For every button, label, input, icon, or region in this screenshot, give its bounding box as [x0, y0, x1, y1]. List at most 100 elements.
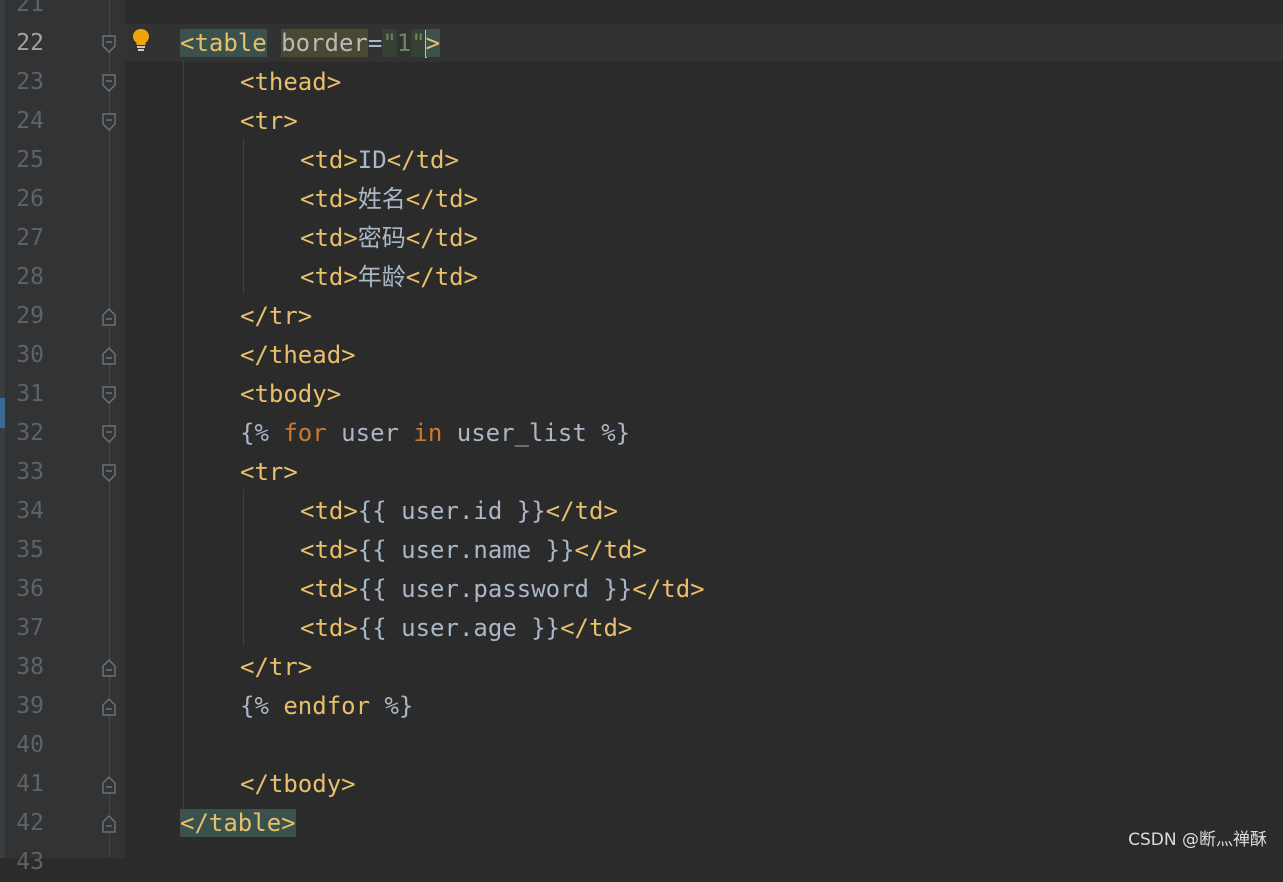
code-line[interactable]: 33 <tr> — [0, 453, 1283, 492]
line-number[interactable]: 33 — [0, 453, 44, 492]
code-token: 姓名 — [357, 185, 406, 213]
code-token: 1 — [396, 29, 412, 57]
code-token: </td> — [405, 263, 479, 291]
code-token: = — [367, 29, 383, 57]
code-line[interactable]: 28 <td>年龄</td> — [0, 258, 1283, 297]
code-token: <tr> — [240, 458, 298, 486]
code-token: {% — [240, 692, 284, 720]
line-number[interactable]: 32 — [0, 414, 44, 453]
line-number[interactable]: 30 — [0, 336, 44, 375]
code-line[interactable]: 42 </table> — [0, 804, 1283, 843]
code-text[interactable]: </thead> — [240, 336, 356, 375]
code-line[interactable]: 23 <thead> — [0, 63, 1283, 102]
code-text[interactable]: <td>年龄</td> — [300, 258, 478, 297]
code-text[interactable]: <thead> — [240, 63, 341, 102]
code-text[interactable]: <td>密码</td> — [300, 219, 478, 258]
fold-open-icon[interactable] — [101, 34, 117, 54]
code-token: " — [382, 29, 397, 57]
code-text[interactable]: <td>姓名</td> — [300, 180, 478, 219]
code-token: <td> — [300, 575, 358, 603]
code-line[interactable]: 29 </tr> — [0, 297, 1283, 336]
line-number[interactable]: 38 — [0, 648, 44, 687]
line-number[interactable]: 26 — [0, 180, 44, 219]
code-text[interactable]: <table border="1"> — [180, 24, 441, 63]
line-number[interactable]: 21 — [0, 0, 44, 24]
line-number[interactable]: 36 — [0, 570, 44, 609]
fold-close-icon[interactable] — [101, 307, 117, 327]
line-number[interactable]: 42 — [0, 804, 44, 843]
code-token: </td> — [405, 185, 479, 213]
fold-open-icon[interactable] — [101, 73, 117, 93]
code-line[interactable]: 27 <td>密码</td> — [0, 219, 1283, 258]
code-token: user — [326, 419, 414, 447]
code-token: </table> — [180, 809, 296, 837]
line-number[interactable]: 22 — [0, 24, 44, 63]
code-text[interactable]: <tbody> — [240, 375, 341, 414]
fold-open-icon[interactable] — [101, 463, 117, 483]
code-line[interactable]: 41 </tbody> — [0, 765, 1283, 804]
fold-open-icon[interactable] — [101, 385, 117, 405]
line-number[interactable]: 43 — [0, 843, 44, 882]
code-token: </thead> — [240, 341, 356, 369]
code-token: <tr> — [240, 107, 298, 135]
code-token: <td> — [300, 146, 358, 174]
line-number[interactable]: 34 — [0, 492, 44, 531]
line-number[interactable]: 23 — [0, 63, 44, 102]
code-line[interactable]: 36 <td>{{ user.password }}</td> — [0, 570, 1283, 609]
line-number[interactable]: 27 — [0, 219, 44, 258]
fold-close-icon[interactable] — [101, 814, 117, 834]
code-line[interactable]: 31 <tbody> — [0, 375, 1283, 414]
line-number[interactable]: 28 — [0, 258, 44, 297]
code-line[interactable]: 39 {% endfor %} — [0, 687, 1283, 726]
fold-close-icon[interactable] — [101, 346, 117, 366]
line-number[interactable]: 29 — [0, 297, 44, 336]
code-text[interactable]: {% for user in user_list %} — [240, 414, 630, 453]
fold-close-icon[interactable] — [101, 775, 117, 795]
line-number[interactable]: 35 — [0, 531, 44, 570]
code-text[interactable]: </tr> — [240, 297, 312, 336]
lightbulb-icon[interactable] — [131, 27, 151, 53]
code-line[interactable]: 38 </tr> — [0, 648, 1283, 687]
code-text[interactable]: <td>{{ user.password }}</td> — [300, 570, 705, 609]
code-line[interactable]: 25 <td>ID</td> — [0, 141, 1283, 180]
fold-open-icon[interactable] — [101, 424, 117, 444]
code-token: ID — [357, 146, 387, 174]
line-number[interactable]: 25 — [0, 141, 44, 180]
fold-close-icon[interactable] — [101, 658, 117, 678]
line-number[interactable]: 37 — [0, 609, 44, 648]
line-number[interactable]: 24 — [0, 102, 44, 141]
code-text[interactable]: <tr> — [240, 453, 298, 492]
code-line[interactable]: 26 <td>姓名</td> — [0, 180, 1283, 219]
code-text[interactable]: <td>{{ user.name }}</td> — [300, 531, 647, 570]
code-line[interactable]: 32 {% for user in user_list %} — [0, 414, 1283, 453]
code-line[interactable]: 40 — [0, 726, 1283, 765]
code-text[interactable]: <td>ID</td> — [300, 141, 459, 180]
code-line[interactable]: 30 </thead> — [0, 336, 1283, 375]
watermark: CSDN @断灬禅酥 — [1128, 830, 1267, 850]
code-token: </td> — [545, 497, 618, 525]
code-text[interactable]: </table> — [180, 804, 296, 843]
code-token: <td> — [300, 224, 358, 252]
line-number[interactable]: 40 — [0, 726, 44, 765]
code-token: {{ user.age }} — [357, 614, 561, 642]
code-line[interactable]: 21 — [0, 0, 1283, 24]
fold-close-icon[interactable] — [101, 697, 117, 717]
code-token: {% — [240, 419, 284, 447]
code-text[interactable]: {% endfor %} — [240, 687, 413, 726]
code-line[interactable]: 34 <td>{{ user.id }}</td> — [0, 492, 1283, 531]
code-editor[interactable]: 21 22 <table border="1"> 23 <thead> 24 <tr> 25 <… — [0, 0, 1283, 875]
code-line[interactable]: 22 <table border="1"> — [0, 24, 1283, 63]
code-line[interactable]: 43 — [0, 843, 1283, 882]
line-number[interactable]: 31 — [0, 375, 44, 414]
code-text[interactable]: <tr> — [240, 102, 298, 141]
code-text[interactable]: <td>{{ user.age }}</td> — [300, 609, 632, 648]
code-text[interactable]: </tbody> — [240, 765, 356, 804]
code-line[interactable]: 35 <td>{{ user.name }}</td> — [0, 531, 1283, 570]
line-number[interactable]: 41 — [0, 765, 44, 804]
line-number[interactable]: 39 — [0, 687, 44, 726]
code-line[interactable]: 24 <tr> — [0, 102, 1283, 141]
code-line[interactable]: 37 <td>{{ user.age }}</td> — [0, 609, 1283, 648]
code-text[interactable]: <td>{{ user.id }}</td> — [300, 492, 618, 531]
code-text[interactable]: </tr> — [240, 648, 312, 687]
fold-open-icon[interactable] — [101, 112, 117, 132]
